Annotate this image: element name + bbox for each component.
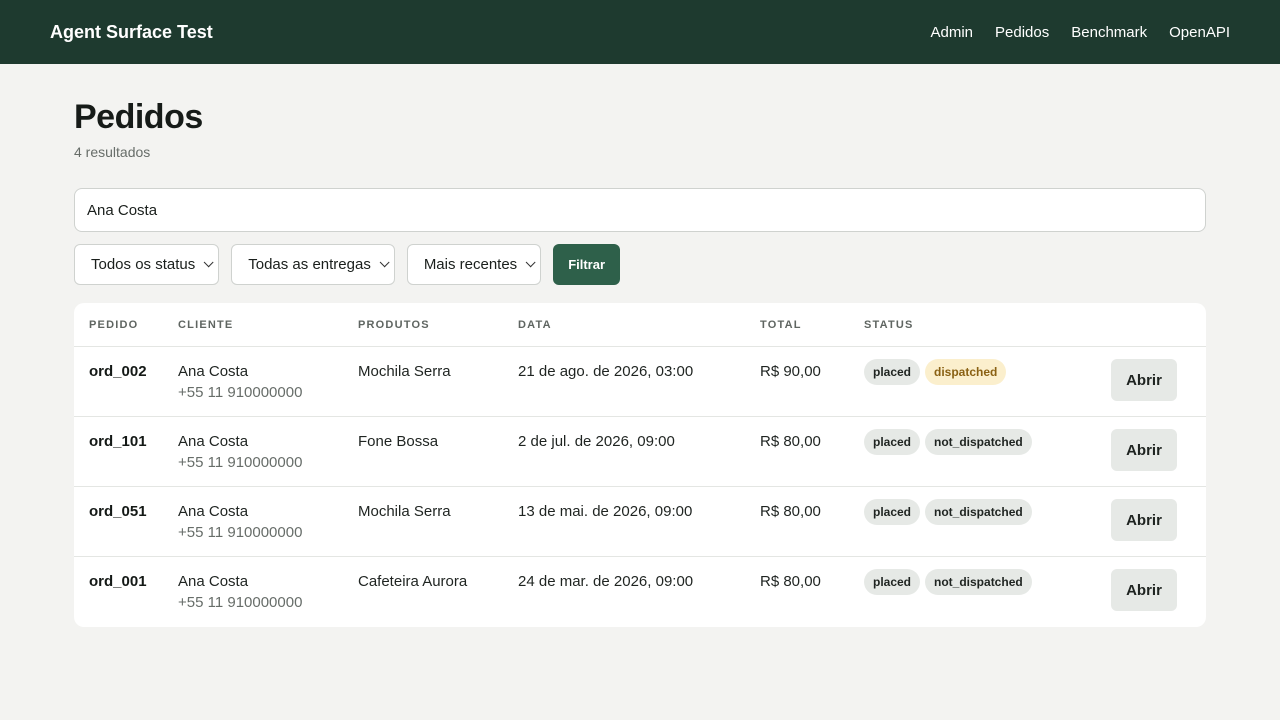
actions-cell: Abrir [1096, 557, 1206, 611]
actions-cell: Abrir [1096, 487, 1206, 541]
result-count: 4 resultados [74, 144, 151, 160]
delivery-select[interactable]: Todas as entregas [231, 244, 395, 285]
main-nav: Admin Pedidos Benchmark OpenAPI [931, 24, 1231, 41]
column-header-pedido: PEDIDO [89, 318, 139, 331]
order-id: ord_001 [89, 573, 147, 590]
date-cell: 21 de ago. de 2026, 03:00 [518, 363, 694, 380]
column-header-data: DATA [518, 318, 552, 331]
total-cell: R$ 80,00 [760, 433, 821, 450]
column-header-total: TOTAL [760, 318, 802, 331]
main-content: Pedidos 4 resultados Todos os status Tod… [0, 98, 1280, 627]
actions-cell: Abrir [1096, 417, 1206, 471]
chevron-down-icon [379, 257, 390, 268]
status-cell: placed not_dispatched [864, 417, 1096, 455]
chevron-down-icon [525, 257, 536, 268]
order-id: ord_101 [89, 433, 147, 450]
order-id: ord_002 [89, 363, 147, 380]
column-header-produtos: PRODUTOS [358, 318, 430, 331]
customer-cell: Ana Costa +55 11 910000000 [178, 347, 358, 401]
customer-name: Ana Costa [178, 503, 249, 520]
table-header: PEDIDO CLIENTE PRODUTOS DATA TOTAL STATU… [74, 303, 1206, 347]
order-id: ord_051 [89, 503, 147, 520]
actions-cell: Abrir [1096, 347, 1206, 401]
column-header-status: STATUS [864, 318, 914, 331]
date-cell: 24 de mar. de 2026, 09:00 [518, 573, 694, 590]
sort-select-value: Mais recentes [423, 256, 518, 273]
nav-link-benchmark[interactable]: Benchmark [1071, 24, 1147, 41]
status-badge: placed [864, 499, 921, 525]
status-badge: placed [864, 429, 921, 455]
customer-phone: +55 11 910000000 [178, 594, 303, 611]
status-badge: placed [864, 359, 921, 385]
total-cell: R$ 90,00 [760, 363, 821, 380]
customer-phone: +55 11 910000000 [178, 454, 303, 471]
top-navbar: Agent Surface Test Admin Pedidos Benchma… [0, 0, 1280, 64]
delivery-select-value: Todas as entregas [248, 256, 371, 273]
search-input[interactable] [74, 188, 1206, 232]
products-cell: Fone Bossa [358, 433, 439, 450]
table-row: ord_001 Ana Costa +55 11 910000000 Cafet… [74, 557, 1206, 627]
customer-name: Ana Costa [178, 573, 249, 590]
customer-cell: Ana Costa +55 11 910000000 [178, 487, 358, 541]
delivery-badge: not_dispatched [925, 499, 1032, 525]
customer-cell: Ana Costa +55 11 910000000 [178, 417, 358, 471]
filter-bar: Todos os status Todas as entregas Mais r… [74, 244, 1206, 285]
customer-name: Ana Costa [178, 363, 249, 380]
open-order-button[interactable]: Abrir [1111, 569, 1177, 611]
open-order-button[interactable]: Abrir [1111, 359, 1177, 401]
nav-link-openapi[interactable]: OpenAPI [1169, 24, 1230, 41]
brand-title[interactable]: Agent Surface Test [50, 22, 213, 43]
open-order-button[interactable]: Abrir [1111, 429, 1177, 471]
delivery-badge: not_dispatched [925, 429, 1032, 455]
orders-table: PEDIDO CLIENTE PRODUTOS DATA TOTAL STATU… [74, 303, 1206, 627]
status-select[interactable]: Todos os status [74, 244, 220, 285]
customer-cell: Ana Costa +55 11 910000000 [178, 557, 358, 611]
chevron-down-icon [203, 257, 214, 268]
sort-select[interactable]: Mais recentes [406, 244, 542, 285]
total-cell: R$ 80,00 [760, 503, 821, 520]
delivery-badge: dispatched [925, 359, 1007, 385]
date-cell: 2 de jul. de 2026, 09:00 [518, 433, 675, 450]
status-cell: placed not_dispatched [864, 557, 1096, 595]
customer-phone: +55 11 910000000 [178, 384, 303, 401]
products-cell: Cafeteira Aurora [358, 573, 468, 590]
total-cell: R$ 80,00 [760, 573, 821, 590]
date-cell: 13 de mai. de 2026, 09:00 [518, 503, 693, 520]
delivery-badge: not_dispatched [925, 569, 1032, 595]
table-row: ord_101 Ana Costa +55 11 910000000 Fone … [74, 417, 1206, 487]
products-cell: Mochila Serra [358, 363, 451, 380]
filter-button[interactable]: Filtrar [553, 244, 621, 285]
status-badge: placed [864, 569, 921, 595]
open-order-button[interactable]: Abrir [1111, 499, 1177, 541]
nav-link-admin[interactable]: Admin [931, 24, 974, 41]
nav-link-pedidos[interactable]: Pedidos [995, 24, 1049, 41]
table-row: ord_051 Ana Costa +55 11 910000000 Mochi… [74, 487, 1206, 557]
status-select-value: Todos os status [91, 256, 196, 273]
customer-name: Ana Costa [178, 433, 249, 450]
products-cell: Mochila Serra [358, 503, 451, 520]
table-row: ord_002 Ana Costa +55 11 910000000 Mochi… [74, 347, 1206, 417]
status-cell: placed dispatched [864, 347, 1096, 385]
page-title: Pedidos [74, 98, 203, 136]
status-cell: placed not_dispatched [864, 487, 1096, 525]
column-header-cliente: CLIENTE [178, 318, 234, 331]
customer-phone: +55 11 910000000 [178, 524, 303, 541]
